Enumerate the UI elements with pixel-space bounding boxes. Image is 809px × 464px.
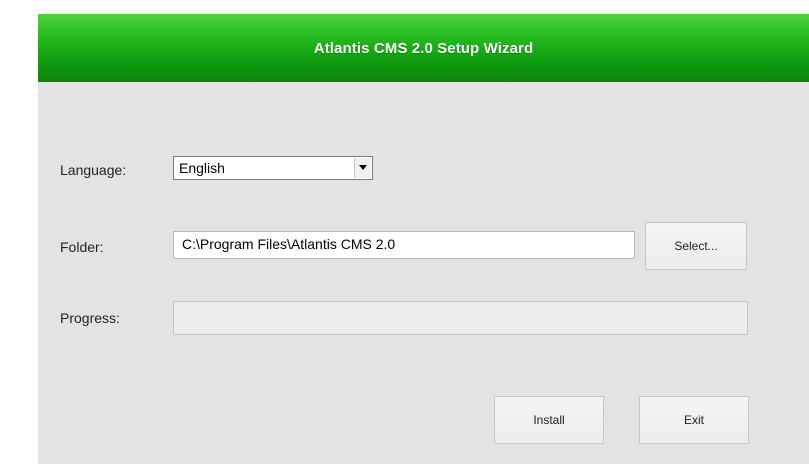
exit-button[interactable]: Exit [639, 396, 749, 444]
install-button[interactable]: Install [494, 396, 604, 444]
progress-label: Progress: [60, 310, 120, 326]
progress-bar [173, 301, 748, 335]
language-label: Language: [60, 162, 127, 178]
language-select[interactable]: English [173, 156, 373, 180]
setup-wizard-window: Atlantis CMS 2.0 Setup Wizard Language: … [38, 14, 809, 464]
language-selected-value: English [179, 160, 225, 176]
window-title: Atlantis CMS 2.0 Setup Wizard [313, 39, 534, 57]
folder-path-input[interactable]: C:\Program Files\Atlantis CMS 2.0 [173, 231, 635, 259]
title-bar: Atlantis CMS 2.0 Setup Wizard [38, 14, 809, 82]
language-dropdown-button[interactable] [354, 158, 371, 178]
folder-path-value: C:\Program Files\Atlantis CMS 2.0 [182, 236, 396, 252]
folder-label: Folder: [60, 239, 104, 255]
select-folder-button[interactable]: Select... [645, 222, 747, 270]
chevron-down-icon [359, 165, 367, 170]
